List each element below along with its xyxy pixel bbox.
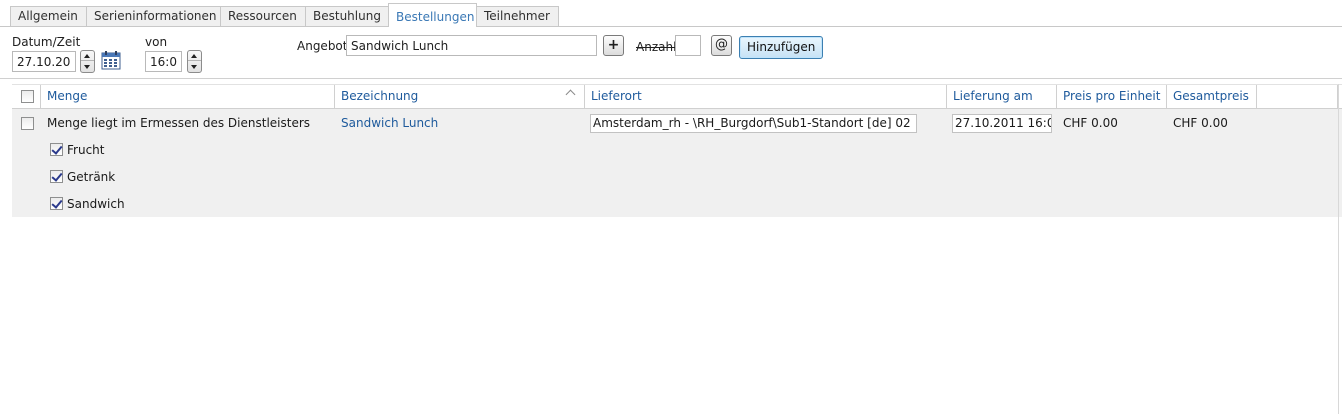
add-offer-button[interactable]: + bbox=[603, 35, 624, 56]
column-lieferung-am[interactable]: Lieferung am bbox=[947, 85, 1057, 109]
tab-bestellungen[interactable]: Bestellungen bbox=[388, 3, 477, 27]
date-input[interactable] bbox=[12, 51, 76, 72]
time-spinner-down[interactable] bbox=[188, 62, 201, 72]
tab-bestuhlung[interactable]: Bestuhlung bbox=[305, 6, 389, 26]
column-menge[interactable]: Menge bbox=[41, 85, 335, 109]
tab-ressourcen[interactable]: Ressourcen bbox=[220, 6, 306, 26]
tab-strip: Allgemein Serieninformationen Ressourcen… bbox=[0, 0, 1342, 27]
option-getraenk-label: Getränk bbox=[67, 170, 116, 184]
anzahl-input[interactable] bbox=[675, 35, 701, 56]
row-menge: Menge liegt im Ermessen des Dienstleiste… bbox=[47, 116, 311, 130]
option-frucht-label: Frucht bbox=[67, 143, 105, 157]
row-preis-pro-einheit: CHF 0.00 bbox=[1063, 116, 1118, 130]
grid-header: Menge Bezeichnung Lieferort Lieferung am… bbox=[12, 84, 1342, 109]
angebot-label: Angebot bbox=[297, 39, 348, 53]
chevron-up-icon bbox=[191, 54, 197, 58]
row-lieferort[interactable]: Amsterdam_rh - \RH_Burgdorf\Sub1-Standor… bbox=[590, 114, 917, 133]
row-lieferung-am[interactable]: 27.10.2011 16:00 bbox=[952, 114, 1052, 133]
hinzufuegen-button[interactable]: Hinzufügen bbox=[739, 36, 824, 59]
calendar-icon[interactable] bbox=[101, 50, 121, 70]
tab-serieninformationen[interactable]: Serieninformationen bbox=[86, 6, 221, 26]
chevron-down-icon bbox=[84, 65, 90, 69]
column-bezeichnung[interactable]: Bezeichnung bbox=[335, 85, 585, 109]
date-spinner[interactable] bbox=[80, 50, 95, 73]
select-all-checkbox[interactable] bbox=[21, 90, 34, 103]
row-gesamtpreis: CHF 0.00 bbox=[1173, 116, 1228, 130]
date-spinner-down[interactable] bbox=[81, 62, 94, 72]
select-all-cell bbox=[12, 85, 41, 109]
datum-label: Datum/Zeit bbox=[12, 35, 81, 49]
anzahl-label: Anzahl bbox=[636, 40, 677, 54]
option-sandwich-checkbox[interactable] bbox=[50, 197, 63, 210]
column-bezeichnung-label: Bezeichnung bbox=[341, 89, 419, 103]
tab-allgemein[interactable]: Allgemein bbox=[10, 6, 87, 26]
column-gesamtpreis[interactable]: Gesamtpreis bbox=[1167, 85, 1257, 109]
tab-teilnehmer[interactable]: Teilnehmer bbox=[476, 6, 559, 26]
at-button[interactable]: @ bbox=[711, 35, 732, 56]
row-checkbox[interactable] bbox=[21, 117, 34, 130]
grid-right-border bbox=[1338, 84, 1339, 414]
column-lieferort[interactable]: Lieferort bbox=[585, 85, 947, 109]
time-spinner-up[interactable] bbox=[188, 51, 201, 61]
row-bezeichnung[interactable]: Sandwich Lunch bbox=[341, 116, 438, 130]
option-getraenk-checkbox[interactable] bbox=[50, 170, 63, 183]
column-empty bbox=[1257, 85, 1338, 109]
date-spinner-up[interactable] bbox=[81, 51, 94, 61]
time-input[interactable] bbox=[145, 51, 182, 72]
sort-ascending-icon bbox=[565, 89, 576, 100]
von-label: von bbox=[145, 35, 168, 49]
chevron-down-icon bbox=[191, 65, 197, 69]
tab-strip-divider bbox=[0, 26, 1342, 27]
angebot-input[interactable] bbox=[346, 35, 597, 56]
column-preis-pro-einheit[interactable]: Preis pro Einheit bbox=[1057, 85, 1167, 109]
chevron-up-icon bbox=[84, 54, 90, 58]
option-frucht-checkbox[interactable] bbox=[50, 143, 63, 156]
time-spinner[interactable] bbox=[187, 50, 202, 73]
form-separator bbox=[0, 78, 1342, 79]
option-sandwich-label: Sandwich bbox=[67, 197, 125, 211]
